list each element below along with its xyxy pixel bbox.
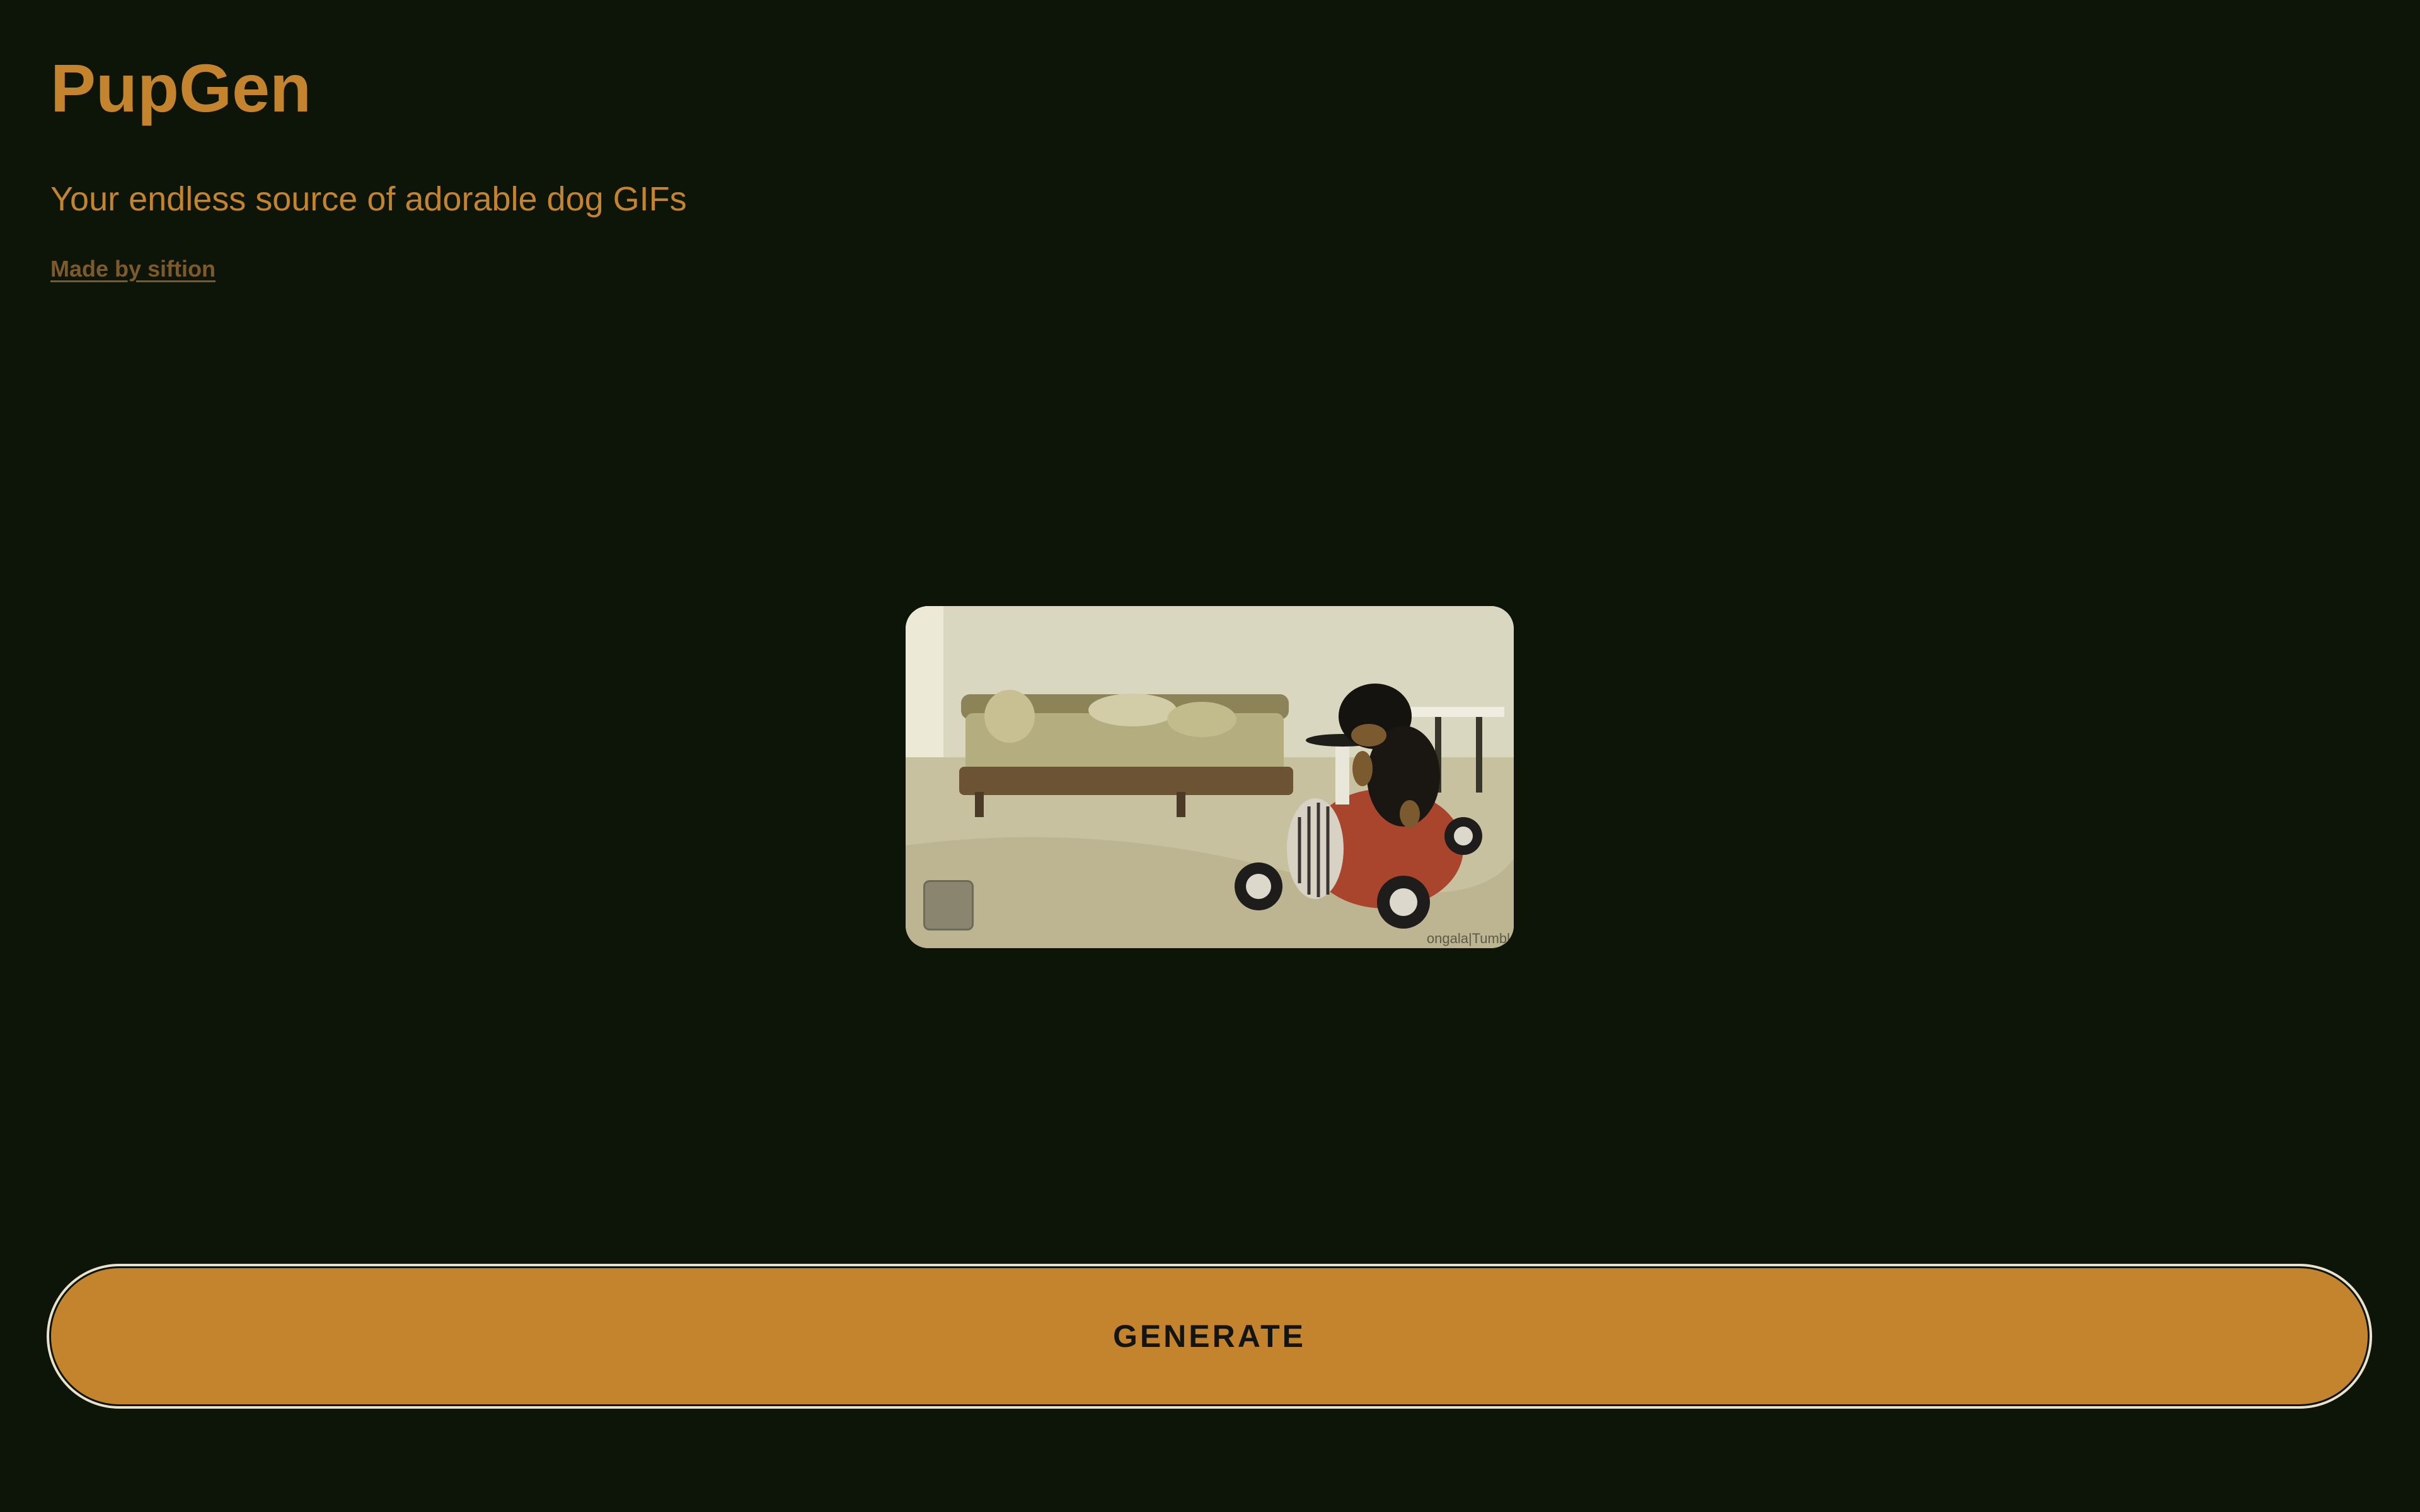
dog-gif-illustration [906,606,1514,948]
app-subtitle: Your endless source of adorable dog GIFs [50,180,687,218]
header: PupGen Your endless source of adorable d… [50,44,687,282]
credit-link[interactable]: Made by siftion [50,256,216,282]
app-page: PupGen Your endless source of adorable d… [0,0,2420,1512]
generate-button-label: GENERATE [1112,1319,1306,1354]
dog-gif: ongala|Tumbl [906,606,1514,948]
generate-button[interactable]: GENERATE [49,1266,2370,1406]
gif-watermark: ongala|Tumbl [1426,931,1510,946]
app-title: PupGen [50,50,312,126]
dog-logo-icon [923,880,974,931]
